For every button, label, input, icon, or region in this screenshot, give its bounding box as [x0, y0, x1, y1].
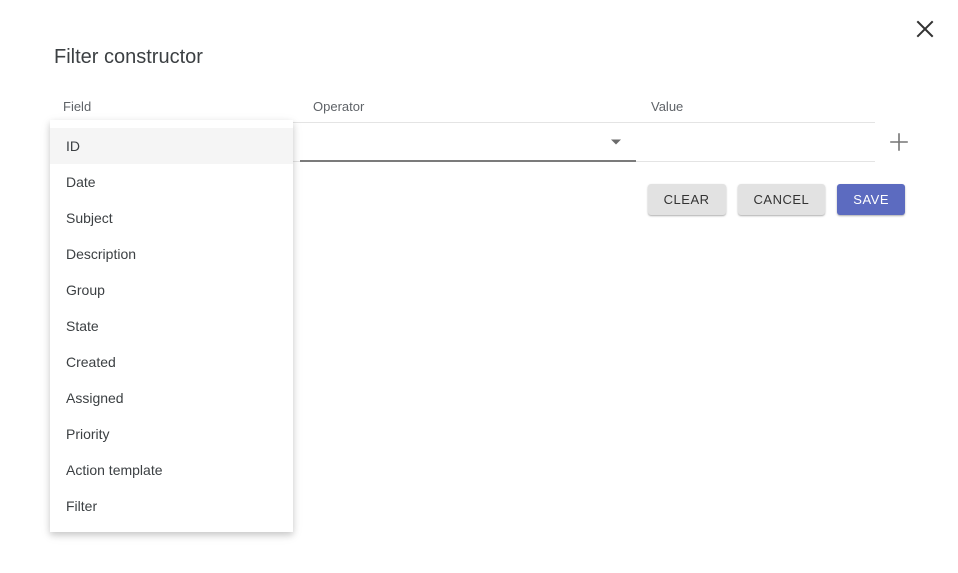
- add-condition-button[interactable]: [884, 127, 914, 157]
- field-dropdown-panel: ID Date Subject Description Group State Create…: [50, 120, 293, 532]
- value-input[interactable]: [636, 123, 875, 161]
- column-label-field: Field: [63, 99, 92, 114]
- value-field[interactable]: [636, 122, 875, 162]
- operator-select[interactable]: [300, 122, 636, 162]
- close-button[interactable]: [905, 9, 945, 49]
- column-label-operator: Operator: [313, 99, 365, 114]
- field-option[interactable]: Assigned: [50, 380, 293, 416]
- dialog-actions: CLEAR CANCEL SAVE: [647, 184, 905, 215]
- field-option[interactable]: Date: [50, 164, 293, 200]
- clear-button[interactable]: CLEAR: [647, 184, 726, 215]
- field-option[interactable]: State: [50, 308, 293, 344]
- field-option[interactable]: Action template: [50, 452, 293, 488]
- close-icon: [916, 20, 934, 38]
- save-button[interactable]: SAVE: [837, 184, 905, 215]
- chevron-down-icon: [611, 139, 621, 144]
- field-option[interactable]: Description: [50, 236, 293, 272]
- field-option[interactable]: Priority: [50, 416, 293, 452]
- column-label-value: Value: [651, 99, 684, 114]
- field-option[interactable]: ID: [50, 128, 293, 164]
- cancel-button[interactable]: CANCEL: [737, 184, 826, 215]
- plus-icon: [889, 132, 909, 152]
- dialog-title: Filter constructor: [54, 46, 203, 68]
- field-option[interactable]: Filter: [50, 488, 293, 524]
- field-option[interactable]: Created: [50, 344, 293, 380]
- field-option[interactable]: Subject: [50, 200, 293, 236]
- field-option[interactable]: Group: [50, 272, 293, 308]
